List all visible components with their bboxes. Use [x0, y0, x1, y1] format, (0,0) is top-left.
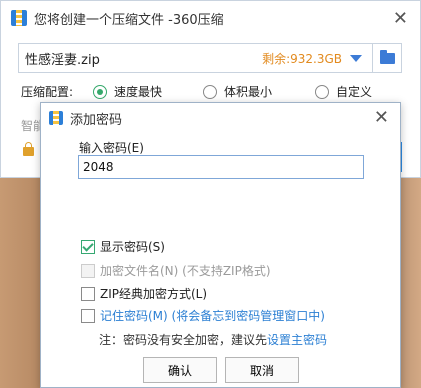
- show-password-label: 显示密码(S): [100, 240, 165, 254]
- archive-app-icon: [49, 111, 63, 125]
- add-password-dialog: 添加密码 ✕ 输入密码(E) 显示密码(S) 加密文件名(N) (不支持ZIP格…: [40, 102, 401, 388]
- zip-classic-option[interactable]: ZIP经典加密方式(L): [81, 285, 207, 302]
- archive-file-name[interactable]: 性感淫妻.zip: [19, 49, 262, 68]
- archive-path-field[interactable]: 性感淫妻.zip 剩余:932.3GB: [18, 43, 402, 73]
- zip-classic-label: ZIP经典加密方式(L): [100, 287, 208, 301]
- dialog-title: 添加密码: [70, 112, 123, 128]
- browse-folder-button[interactable]: [372, 44, 401, 72]
- password-label: 输入密码(E): [79, 141, 144, 155]
- option-custom-label: 自定义: [336, 85, 373, 99]
- encrypt-filename-label: 加密文件名(N) (不支持ZIP格式): [100, 264, 271, 278]
- main-window-title: 您将创建一个压缩文件 -360压缩: [34, 12, 224, 28]
- option-custom[interactable]: 自定义: [315, 83, 372, 100]
- main-title-bar: 您将创建一个压缩文件 -360压缩: [1, 1, 420, 35]
- encrypt-filename-checkbox: [81, 263, 95, 278]
- remember-password-label: 记住密码(M) (将会备忘到密码管理窗口中): [100, 309, 325, 323]
- option-smallest-label: 体积最小: [224, 85, 273, 99]
- option-smallest[interactable]: 体积最小: [203, 83, 272, 100]
- set-master-password-link[interactable]: 设置主密码: [267, 333, 327, 347]
- lock-icon: [23, 142, 34, 156]
- radio-smallest[interactable]: [203, 84, 217, 99]
- cancel-button[interactable]: 取消: [225, 357, 299, 383]
- folder-icon: [379, 49, 395, 64]
- show-password-option[interactable]: 显示密码(S): [81, 238, 165, 255]
- encrypt-filename-option: 加密文件名(N) (不支持ZIP格式): [81, 262, 271, 279]
- security-note-text: 注：密码没有安全加密，建议先: [99, 333, 268, 347]
- zip-classic-checkbox[interactable]: [81, 286, 95, 301]
- path-dropdown-icon[interactable]: [350, 54, 362, 62]
- radio-custom[interactable]: [315, 84, 329, 99]
- password-input[interactable]: [78, 155, 364, 179]
- option-fastest-label: 速度最快: [114, 85, 163, 99]
- dialog-title-bar: 添加密码: [41, 103, 400, 133]
- security-note: 注：密码没有安全加密，建议先设置主密码: [99, 331, 327, 348]
- confirm-button[interactable]: 确认: [143, 357, 217, 383]
- remember-password-option[interactable]: 记住密码(M) (将会备忘到密码管理窗口中): [81, 307, 325, 324]
- dialog-close-icon[interactable]: ✕: [374, 107, 389, 128]
- archive-app-icon: [11, 10, 27, 26]
- option-fastest[interactable]: 速度最快: [93, 83, 162, 100]
- radio-fastest[interactable]: [93, 84, 107, 99]
- compression-config-label: 压缩配置:: [21, 85, 74, 99]
- remember-password-checkbox[interactable]: [81, 308, 95, 323]
- free-space-label: 剩余:932.3GB: [262, 51, 342, 66]
- show-password-checkbox[interactable]: [81, 239, 95, 254]
- main-close-icon[interactable]: ✕: [393, 8, 408, 29]
